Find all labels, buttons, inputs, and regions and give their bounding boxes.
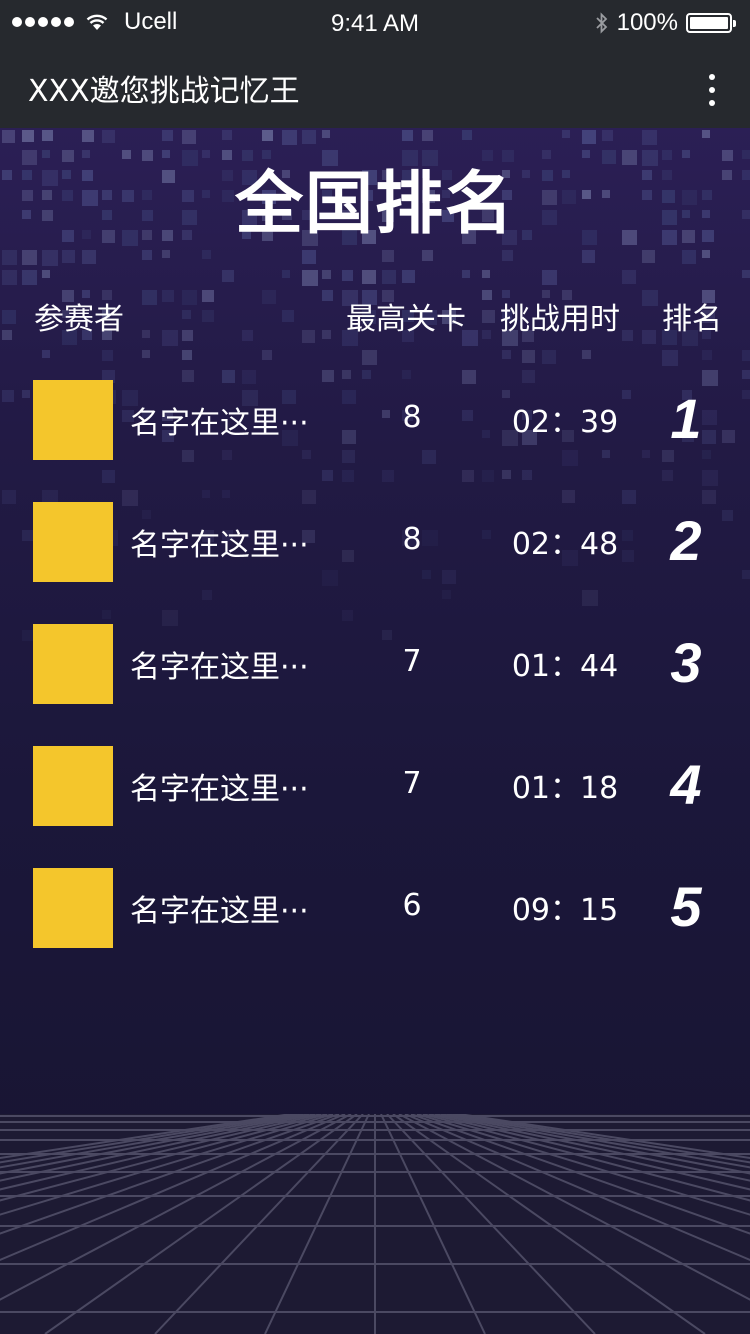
- player-rank: 5: [670, 875, 702, 938]
- player-rank: 2: [670, 509, 702, 572]
- ranking-row[interactable]: 名字在这里··· 7 01：18 4: [0, 746, 750, 826]
- player-time: 02：39: [511, 405, 619, 440]
- player-time: 01：44: [511, 649, 619, 684]
- player-level: 7: [402, 644, 422, 679]
- player-level: 8: [402, 400, 422, 435]
- player-name: 名字在这里···: [130, 528, 309, 563]
- player-time: 01：18: [511, 771, 619, 806]
- battery-level: [690, 17, 728, 29]
- player-rank: 3: [670, 631, 702, 694]
- grid-floor-background: [0, 1114, 750, 1334]
- player-level: 8: [402, 522, 422, 557]
- status-bar: Ucell 9:41 AM 100%: [0, 0, 750, 46]
- ranking-row[interactable]: 名字在这里··· 6 09：15 5: [0, 868, 750, 948]
- bluetooth-icon: [595, 12, 607, 34]
- header-player: 参赛者: [34, 302, 124, 337]
- battery-icon: [686, 13, 736, 33]
- player-rank: 4: [670, 753, 702, 816]
- ranking-row[interactable]: 名字在这里··· 8 02：48 2: [0, 502, 750, 582]
- player-name: 名字在这里···: [130, 894, 309, 929]
- avatar: [33, 502, 113, 582]
- player-time: 02：48: [511, 527, 619, 562]
- nav-bar: XXX邀您挑战记忆王: [0, 46, 750, 128]
- nav-title: XXX邀您挑战记忆王: [28, 74, 300, 109]
- page-title: 全国排名: [234, 165, 515, 244]
- player-name: 名字在这里···: [130, 406, 309, 441]
- avatar: [33, 746, 113, 826]
- header-time: 挑战用时: [500, 302, 620, 337]
- more-vertical-icon[interactable]: [704, 74, 720, 114]
- header-rank: 排名: [662, 302, 722, 337]
- avatar: [33, 380, 113, 460]
- player-level: 6: [402, 888, 422, 923]
- player-rank: 1: [670, 387, 702, 450]
- avatar: [33, 868, 113, 948]
- player-name: 名字在这里···: [130, 772, 309, 807]
- battery-percent: 100%: [616, 9, 678, 36]
- leaderboard-panel: 全国排名 参赛者 最高关卡 挑战用时 排名 名字在这里··· 8 02：39 1…: [0, 128, 750, 1334]
- player-time: 09：15: [511, 893, 619, 928]
- header-level: 最高关卡: [346, 302, 466, 337]
- player-level: 7: [402, 766, 422, 801]
- avatar: [33, 624, 113, 704]
- ranking-row[interactable]: 名字在这里··· 7 01：44 3: [0, 624, 750, 704]
- ranking-row[interactable]: 名字在这里··· 8 02：39 1: [0, 380, 750, 460]
- player-name: 名字在这里···: [130, 650, 309, 685]
